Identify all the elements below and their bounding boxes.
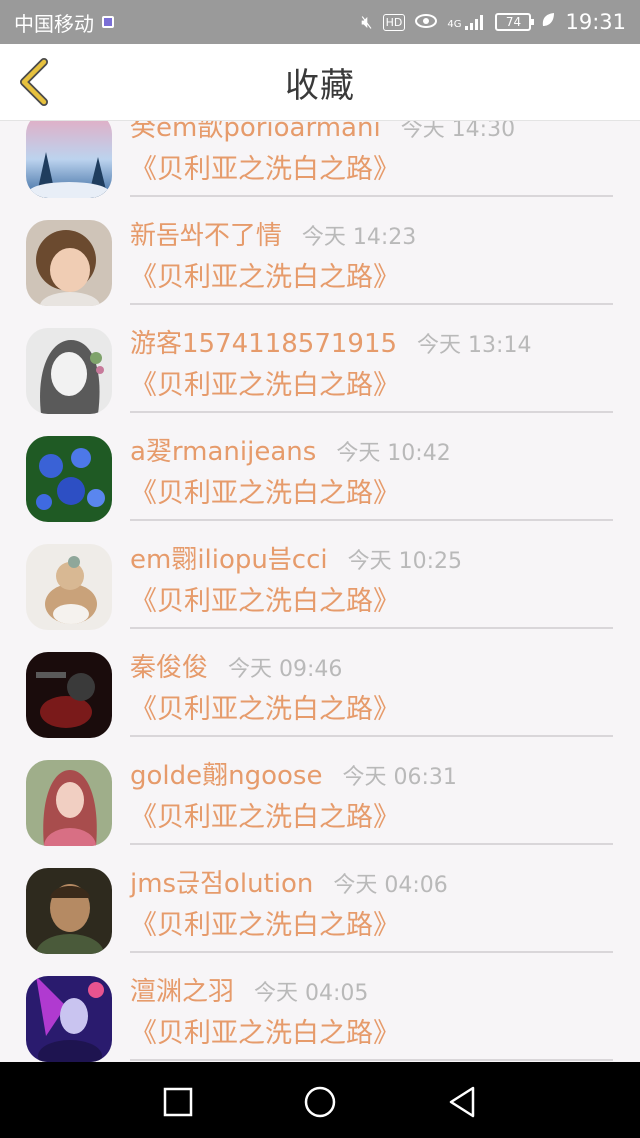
leaf-icon (541, 12, 555, 33)
avatar (26, 868, 112, 954)
user-name: 澶渊之羽 (130, 977, 235, 1007)
back-button[interactable] (14, 56, 58, 108)
list-item[interactable]: 秦俊俊 今天 09:46 《贝利亚之洗白之路》 (0, 629, 640, 738)
divider (130, 1059, 613, 1061)
user-name: 秦俊俊 (130, 653, 209, 683)
carrier-name: 中国移动 (14, 11, 94, 36)
avatar (26, 760, 112, 846)
book-title[interactable]: 《贝利亚之洗白之路》 (130, 255, 612, 294)
list-item[interactable]: jms귽점olution 今天 04:06 《贝利亚之洗白之路》 (0, 845, 640, 954)
home-button[interactable] (300, 1082, 340, 1122)
user-name: jms귽점olution (130, 869, 314, 899)
navigation-bar (0, 1062, 640, 1138)
user-name: a翇rmanijeans (130, 437, 317, 467)
clock: 19:31 (565, 10, 626, 34)
list-item[interactable]: a翇rmanijeans 今天 10:42 《贝利亚之洗白之路》 (0, 413, 640, 522)
item-time: 今天 04:05 (254, 981, 369, 1006)
eye-comfort-icon (415, 12, 438, 33)
network-type: 4G (447, 19, 462, 30)
user-name: 新돔쏴不了情 (130, 221, 282, 251)
avatar (26, 652, 112, 738)
avatar (26, 436, 112, 522)
status-bar: 中国移动 🔇︎ HD 4G 74 19:31 (0, 0, 640, 44)
avatar (26, 121, 112, 198)
item-time: 今天 13:14 (417, 333, 532, 358)
user-name: golde翸ngoose (130, 761, 323, 791)
back-arrow-icon (20, 58, 48, 106)
item-time: 今天 09:46 (228, 657, 343, 682)
book-title[interactable]: 《贝利亚之洗白之路》 (130, 363, 612, 402)
book-title[interactable]: 《贝利亚之洗白之路》 (130, 1011, 612, 1050)
page-title: 收藏 (285, 65, 355, 106)
list-item[interactable]: em翾iliopu븜cci 今天 10:25 《贝利亚之洗白之路》 (0, 521, 640, 630)
book-title[interactable]: 《贝利亚之洗白之路》 (130, 795, 612, 834)
list-item[interactable]: 癸em歆porioarmani 今天 14:30 《贝利亚之洗白之路》 (0, 121, 640, 198)
square-icon (163, 1087, 193, 1117)
signal-icon: 4G (447, 14, 485, 30)
book-title[interactable]: 《贝利亚之洗白之路》 (130, 903, 612, 942)
back-nav-button[interactable] (442, 1082, 482, 1122)
item-time: 今天 10:42 (336, 441, 451, 466)
book-title[interactable]: 《贝利亚之洗白之路》 (130, 687, 612, 726)
item-time: 今天 04:06 (333, 873, 448, 898)
recents-button[interactable] (158, 1082, 198, 1122)
triangle-back-icon (449, 1086, 475, 1118)
book-title[interactable]: 《贝利亚之洗白之路》 (130, 579, 612, 618)
notification-icon (102, 16, 114, 28)
item-time: 今天 14:23 (301, 225, 417, 250)
avatar (26, 976, 112, 1062)
avatar (26, 220, 112, 306)
item-time: 今天 06:31 (342, 765, 457, 790)
mute-icon: 🔇︎ (361, 11, 373, 33)
book-title[interactable]: 《贝利亚之洗白之路》 (130, 471, 612, 510)
list-item[interactable]: 游客1574118571915 今天 13:14 《贝利亚之洗白之路》 (0, 305, 640, 414)
avatar (26, 544, 112, 630)
hd-icon: HD (382, 13, 406, 31)
item-time: 今天 14:30 (400, 121, 516, 142)
list-item[interactable]: golde翸ngoose 今天 06:31 《贝利亚之洗白之路》 (0, 737, 640, 846)
avatar (26, 328, 112, 414)
book-title[interactable]: 《贝利亚之洗白之路》 (130, 147, 612, 186)
user-name: em翾iliopu븜cci (130, 545, 328, 575)
list-item[interactable]: 新돔쏴不了情 今天 14:23 《贝利亚之洗白之路》 (0, 197, 640, 306)
battery-icon: 74 (495, 13, 535, 31)
user-name: 游客1574118571915 (130, 329, 398, 359)
favorites-list[interactable]: 癸em歆porioarmani 今天 14:30 《贝利亚之洗白之路》 新돔쏴不… (0, 121, 640, 1062)
circle-icon (304, 1086, 336, 1118)
item-time: 今天 10:25 (347, 549, 463, 574)
header: 收藏 (0, 44, 640, 121)
user-name: 癸em歆porioarmani (130, 121, 381, 143)
list-item[interactable]: 澶渊之羽 今天 04:05 《贝利亚之洗白之路》 (0, 953, 640, 1062)
